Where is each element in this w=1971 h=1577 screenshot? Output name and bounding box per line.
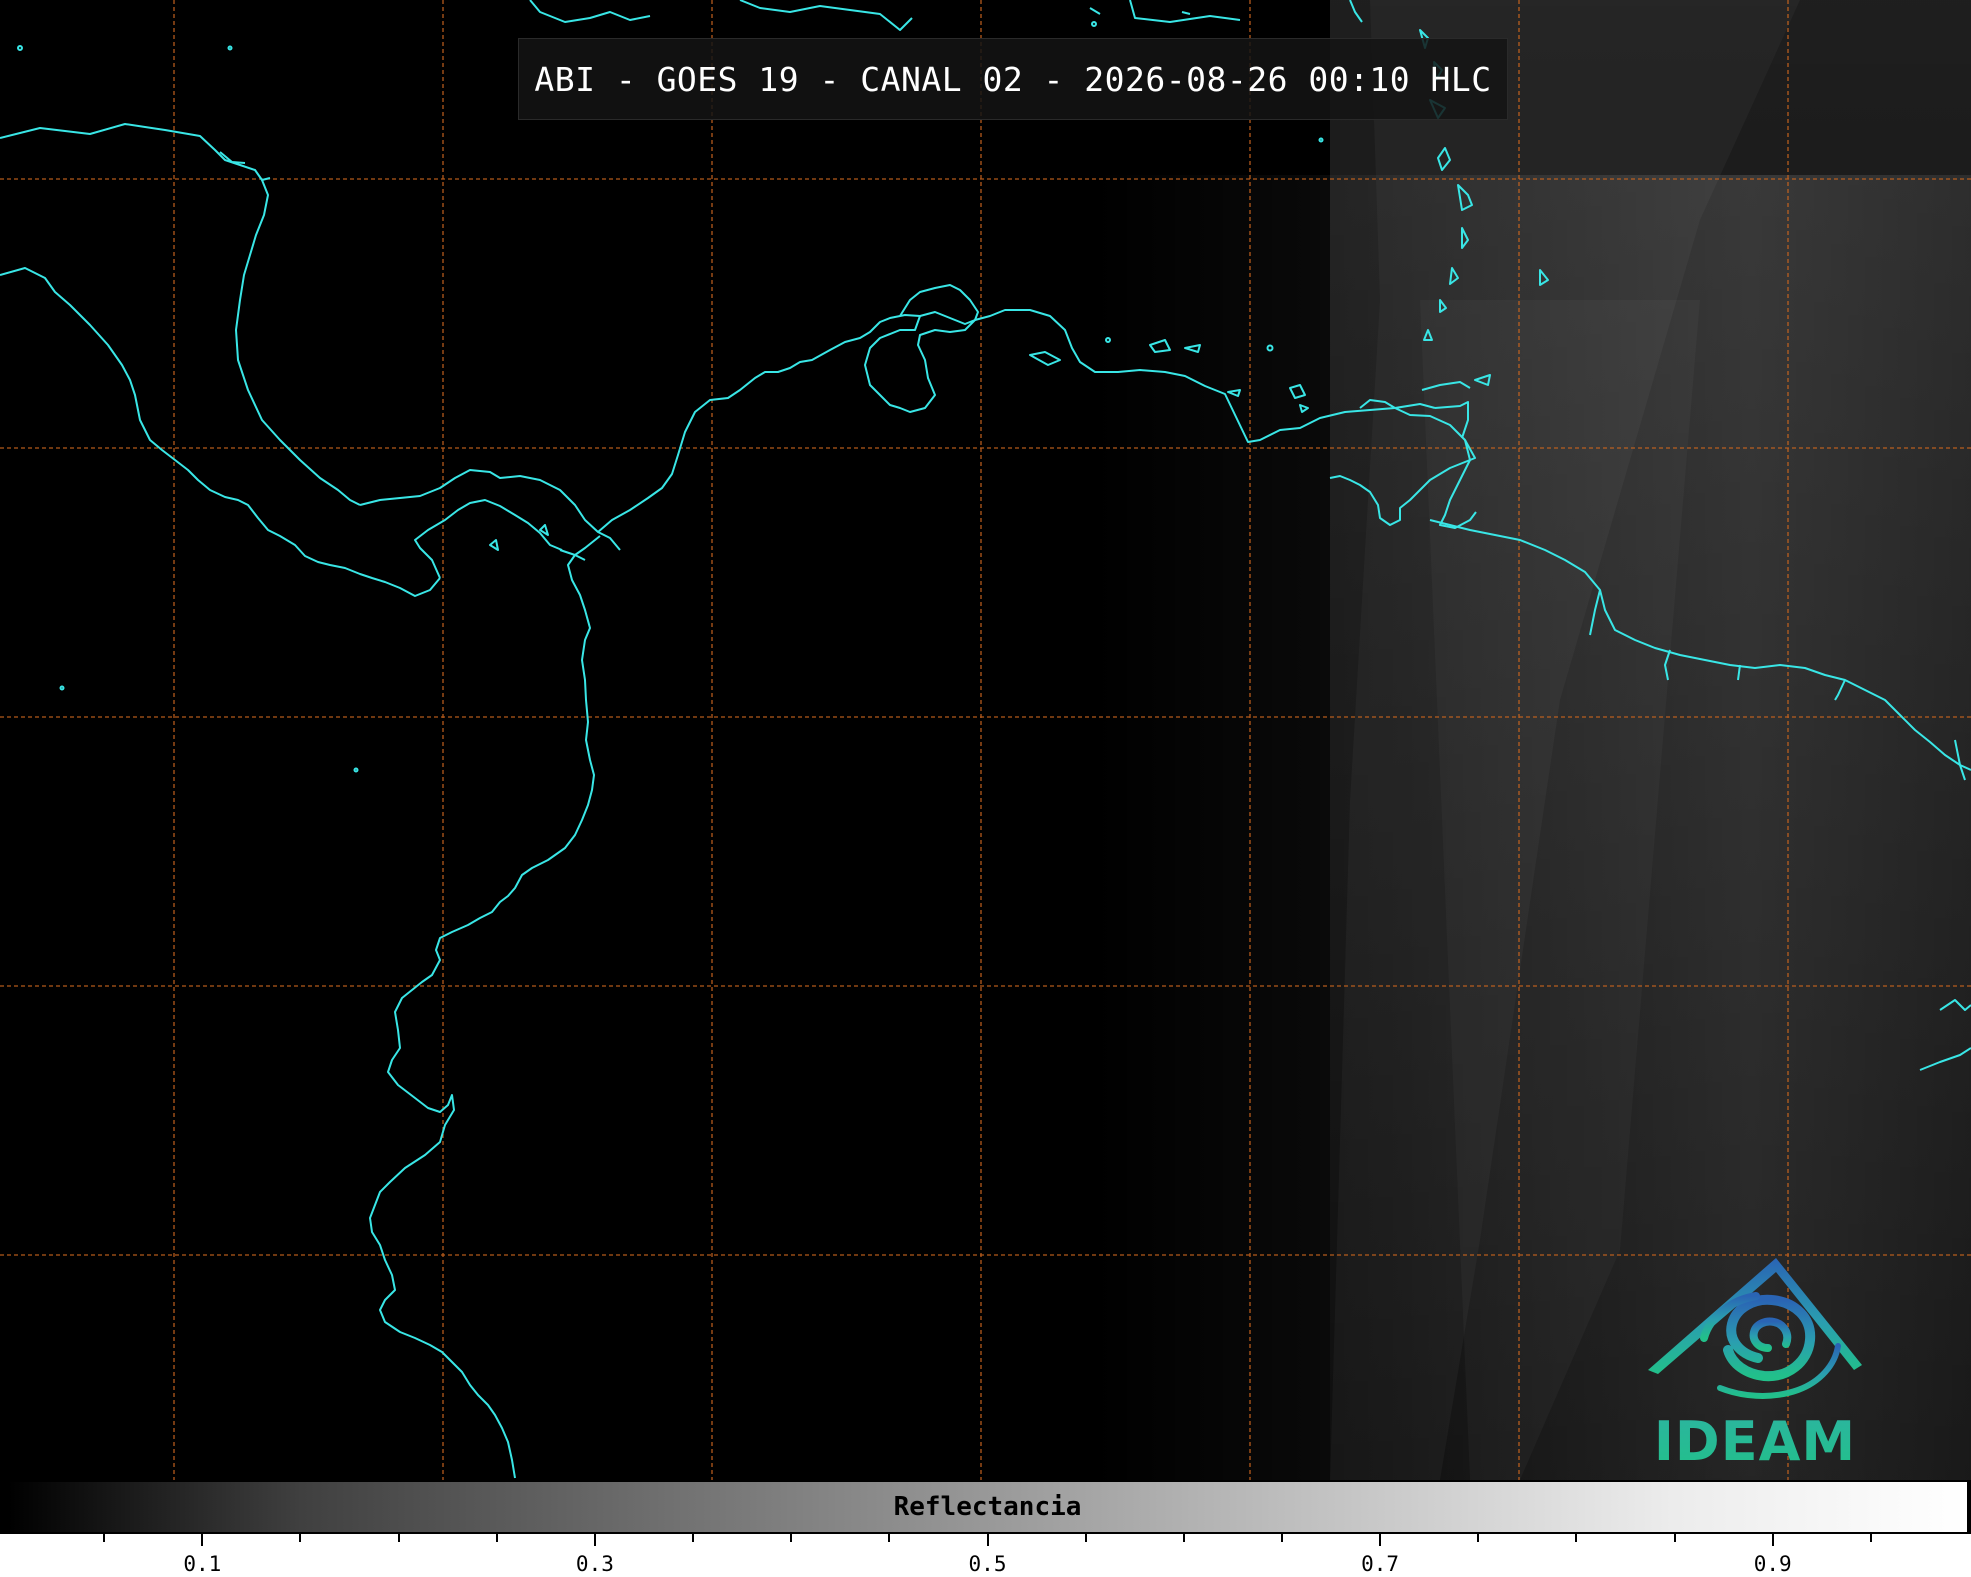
colorbar-major-tick	[986, 1534, 989, 1546]
ideam-logo-icon	[1648, 1258, 1862, 1399]
colorbar-tick-label: 0.1	[183, 1552, 222, 1576]
map-title: ABI - GOES 19 - CANAL 02 - 2026-08-26 00…	[534, 59, 1492, 99]
colorbar-label: Reflectancia	[893, 1492, 1082, 1522]
colorbar-tick-label: 0.9	[1753, 1552, 1792, 1576]
colorbar-major-tick	[593, 1534, 596, 1546]
colorbar-tick	[790, 1534, 793, 1542]
colorbar-tick	[1869, 1534, 1872, 1542]
colorbar-major-tick	[1379, 1534, 1382, 1546]
colorbar-tick	[692, 1534, 695, 1542]
colorbar-tick-label: 0.5	[968, 1552, 1007, 1576]
colorbar-tick	[299, 1534, 302, 1542]
colorbar-tick	[1280, 1534, 1283, 1542]
ideam-logo: IDEAM	[1640, 1250, 1870, 1475]
colorbar-tick-label: 0.7	[1361, 1552, 1400, 1576]
colorbar-tick	[1673, 1534, 1676, 1542]
colorbar-tick	[888, 1534, 891, 1542]
colorbar-tick	[1084, 1534, 1087, 1542]
colorbar-tick	[1477, 1534, 1480, 1542]
title-box: ABI - GOES 19 - CANAL 02 - 2026-08-26 00…	[518, 38, 1508, 120]
satellite-map: ABI - GOES 19 - CANAL 02 - 2026-08-26 00…	[0, 0, 1971, 1480]
colorbar-tick	[495, 1534, 498, 1542]
colorbar-tick	[103, 1534, 106, 1542]
colorbar-tick	[1182, 1534, 1185, 1542]
colorbar-tick	[1575, 1534, 1578, 1542]
logo-text: IDEAM	[1640, 1410, 1870, 1473]
colorbar-major-tick	[1771, 1534, 1774, 1546]
colorbar-tick	[397, 1534, 400, 1542]
colorbar-tick-label: 0.3	[575, 1552, 614, 1576]
colorbar-major-tick	[201, 1534, 204, 1546]
colorbar-axis: 0.1 0.3 0.5 0.7 0.9	[0, 1534, 1971, 1577]
colorbar: Reflectancia	[6, 1480, 1969, 1534]
